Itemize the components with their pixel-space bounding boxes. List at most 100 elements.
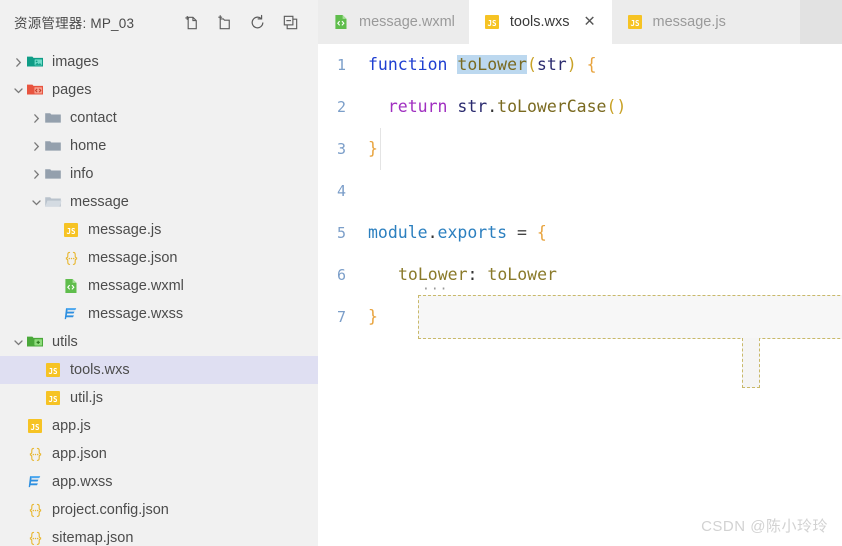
code-editor[interactable]: 1 function toLower(str) { 2 return str.t… bbox=[318, 44, 842, 546]
tree-item-label: message.wxml bbox=[88, 277, 184, 294]
svg-text:JS: JS bbox=[66, 227, 76, 236]
wxss-file-icon bbox=[62, 305, 80, 323]
editor-tab-tools-wxs[interactable]: JS tools.wxs ✕ bbox=[468, 0, 612, 44]
tree-item-label: project.config.json bbox=[52, 501, 169, 518]
line-number: 5 bbox=[336, 224, 346, 242]
tree-item-label: message bbox=[70, 193, 129, 210]
folder-plain-icon bbox=[44, 165, 62, 183]
tree-item-util-js[interactable]: JS util.js bbox=[0, 384, 318, 412]
tree-item-contact[interactable]: contact bbox=[0, 104, 318, 132]
token-keyword: function bbox=[368, 55, 448, 74]
tree-item-home[interactable]: home bbox=[0, 132, 318, 160]
chevron-right-icon[interactable] bbox=[28, 138, 44, 154]
tree-item-label: sitemap.json bbox=[52, 529, 134, 546]
editor-pane: message.wxml JS tools.wxs ✕ JS message.js 1 f… bbox=[318, 0, 842, 546]
svg-text:JS: JS bbox=[48, 367, 58, 376]
svg-text:JS: JS bbox=[48, 395, 58, 404]
wxss-file-icon bbox=[26, 473, 44, 491]
line-content[interactable]: function toLower(str) { bbox=[358, 44, 842, 86]
file-tree[interactable]: images pages contact home info message JS messa… bbox=[0, 44, 318, 546]
chevron-down-icon[interactable] bbox=[28, 194, 44, 210]
line-content[interactable]: toLower: toLower bbox=[358, 254, 842, 296]
tree-item-sitemap-json[interactable]: sitemap.json bbox=[0, 524, 318, 546]
new-folder-icon[interactable] bbox=[215, 13, 234, 32]
tree-item-pages[interactable]: pages bbox=[0, 76, 318, 104]
line-content[interactable]: return str.toLowerCase() bbox=[358, 86, 842, 128]
tree-item-message-wxml[interactable]: message.wxml bbox=[0, 272, 318, 300]
tree-item-message-js[interactable]: JS message.js bbox=[0, 216, 318, 244]
explorer-title: 资源管理器: MP_03 bbox=[14, 16, 135, 31]
tree-item-info[interactable]: info bbox=[0, 160, 318, 188]
collapse-all-icon[interactable] bbox=[281, 13, 300, 32]
tree-item-app-js[interactable]: JS app.js bbox=[0, 412, 318, 440]
folder-plain-icon bbox=[44, 137, 62, 155]
tree-item-app-json[interactable]: app.json bbox=[0, 440, 318, 468]
tree-item-label: message.json bbox=[88, 249, 178, 266]
tree-item-app-wxss[interactable]: app.wxss bbox=[0, 468, 318, 496]
js-file-icon: JS bbox=[44, 361, 62, 379]
tree-item-message[interactable]: message bbox=[0, 188, 318, 216]
js-file-icon: JS bbox=[44, 389, 62, 407]
tree-item-label: util.js bbox=[70, 389, 104, 406]
line-content[interactable]: } bbox=[358, 296, 842, 338]
token-method: toLowerCase bbox=[497, 97, 607, 116]
snippet-brace-box-bottom bbox=[742, 338, 760, 388]
token-param: str bbox=[536, 55, 567, 74]
js-file-icon: JS bbox=[483, 13, 501, 31]
token-dot: . bbox=[487, 97, 498, 116]
tree-item-images[interactable]: images bbox=[0, 48, 318, 76]
token-assign: = bbox=[507, 223, 537, 242]
token-open-brace: { bbox=[536, 223, 547, 242]
tabbar-right-cap bbox=[800, 0, 842, 44]
tree-item-label: info bbox=[70, 165, 94, 182]
chevron-down-icon[interactable] bbox=[10, 334, 26, 350]
svg-text:JS: JS bbox=[30, 423, 40, 432]
wxml-file-icon bbox=[62, 277, 80, 295]
new-file-icon[interactable] bbox=[182, 13, 201, 32]
refresh-icon[interactable] bbox=[248, 13, 267, 32]
line-number: 2 bbox=[336, 98, 346, 116]
editor-tabbar[interactable]: message.wxml JS tools.wxs ✕ JS message.js bbox=[318, 0, 842, 44]
watermark: CSDN @陈小玲玲 bbox=[701, 518, 828, 535]
json-file-icon bbox=[62, 249, 80, 267]
code-line: 5 module.exports = { bbox=[318, 212, 842, 254]
tree-item-label: pages bbox=[52, 81, 92, 98]
token-module: module bbox=[368, 223, 428, 242]
token-close-brace: } bbox=[368, 307, 378, 326]
tab-label: message.wxml bbox=[359, 14, 455, 30]
code-line: 1 function toLower(str) { bbox=[318, 44, 842, 86]
tree-item-message-json[interactable]: message.json bbox=[0, 244, 318, 272]
code-line: 6 toLower: toLower bbox=[318, 254, 842, 296]
chevron-right-icon[interactable] bbox=[28, 166, 44, 182]
token-object-value-selected[interactable]: toLower bbox=[487, 265, 557, 284]
tree-item-message-wxss[interactable]: message.wxss bbox=[0, 300, 318, 328]
close-icon[interactable]: ✕ bbox=[582, 14, 598, 30]
token-return: return bbox=[387, 97, 448, 116]
chevron-down-icon[interactable] bbox=[10, 82, 26, 98]
tree-item-label: app.json bbox=[52, 445, 107, 462]
tree-item-utils[interactable]: utils bbox=[0, 328, 318, 356]
line-number: 1 bbox=[336, 56, 346, 74]
tree-item-tools-wxs[interactable]: JS tools.wxs bbox=[0, 356, 318, 384]
svg-text:JS: JS bbox=[487, 19, 497, 28]
folder-images-icon bbox=[26, 53, 44, 71]
editor-tab-message-js[interactable]: JS message.js bbox=[611, 0, 740, 44]
tree-item-label: tools.wxs bbox=[70, 361, 130, 378]
token-parens: () bbox=[606, 97, 627, 116]
line-content[interactable]: module.exports = { bbox=[358, 212, 842, 254]
vscode-window: 资源管理器: MP_03 images pages contact home i… bbox=[0, 0, 842, 546]
tree-item-project-config-json[interactable]: project.config.json bbox=[0, 496, 318, 524]
explorer-sidebar: 资源管理器: MP_03 images pages contact home i… bbox=[0, 0, 318, 546]
editor-tab-message-wxml[interactable]: message.wxml bbox=[318, 0, 469, 44]
line-number: 6 bbox=[336, 266, 346, 284]
token-function-name-selected[interactable]: toLower bbox=[457, 55, 527, 74]
line-number: 4 bbox=[336, 182, 346, 200]
chevron-right-icon[interactable] bbox=[10, 54, 26, 70]
json-file-icon bbox=[26, 445, 44, 463]
token-exports: exports bbox=[437, 223, 508, 242]
line-content[interactable]: } bbox=[358, 128, 842, 170]
chevron-right-icon[interactable] bbox=[28, 110, 44, 126]
